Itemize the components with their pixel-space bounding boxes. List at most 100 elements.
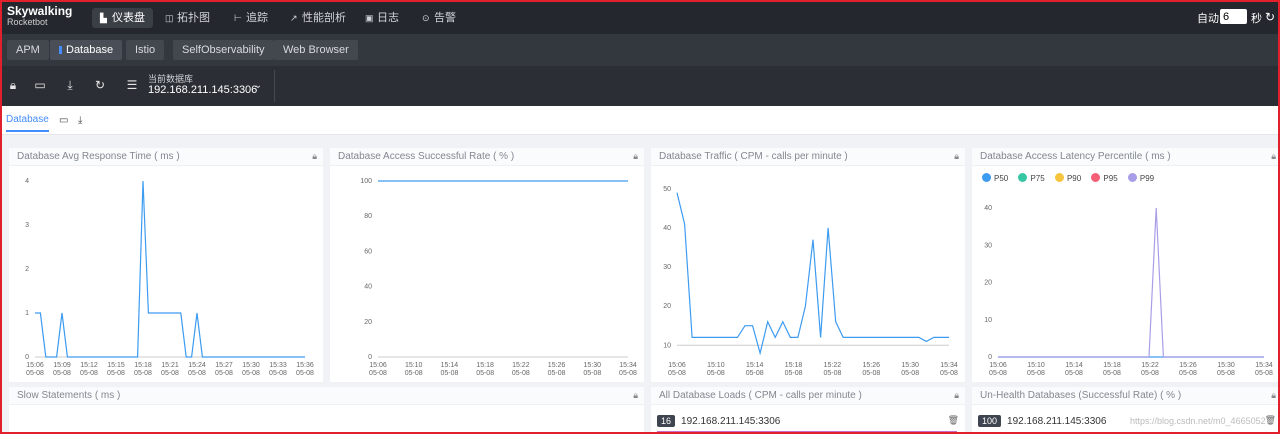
x-tick-label: 05-08	[80, 370, 98, 377]
trash-icon[interactable]: 🗑︎	[948, 415, 959, 426]
folder-icon[interactable]: ▭	[59, 115, 68, 126]
x-tick-label: 05-08	[668, 370, 686, 377]
alarm-icon: ⊙	[422, 13, 430, 23]
x-tick-label: 05-08	[746, 370, 764, 377]
series-line	[676, 192, 949, 356]
auto-refresh-input[interactable]	[1220, 9, 1247, 24]
x-tick-label: 05-08	[215, 370, 233, 377]
tab-web-browser[interactable]: Web Browser	[274, 40, 358, 60]
x-tick-label: 05-08	[707, 370, 725, 377]
value-badge: 16	[657, 415, 676, 427]
dashboard-tab-database[interactable]: Database	[6, 114, 49, 132]
tab-selfobservability[interactable]: SelfObservability	[173, 40, 274, 60]
lock-icon[interactable]: 🔒︎	[6, 78, 20, 92]
brand-subtitle: Rocketbot	[7, 17, 48, 27]
y-tick-label: 0	[988, 354, 992, 361]
panel-slow-statements: Slow Statements ( ms ) 🔒︎	[9, 387, 644, 432]
x-tick-label: 05-08	[940, 370, 958, 377]
x-tick-label: 05-08	[548, 370, 566, 377]
y-tick-label: 50	[663, 186, 671, 193]
x-tick-label: 15:06	[26, 362, 44, 369]
active-indicator	[59, 46, 62, 54]
x-tick-label: 15:18	[785, 362, 803, 369]
database-selector[interactable]: 当前数据库 192.168.211.145:3306	[148, 74, 257, 96]
y-tick-label: 20	[984, 280, 992, 287]
latency-chart: 01020304015:0605-0815:1005-0815:1405-081…	[984, 205, 1273, 377]
dashboard-tab-bar: Database ▭ ⤓	[2, 106, 1278, 135]
nav-item-trace[interactable]: ⊢ 追踪	[226, 8, 276, 28]
lock-icon[interactable]: 🔒︎	[633, 390, 638, 401]
watermark: https://blog.csdn.net/m0_4665052	[1130, 416, 1266, 426]
y-tick-label: 20	[364, 319, 372, 326]
x-tick-label: 15:26	[1179, 362, 1197, 369]
x-tick-label: 15:09	[53, 362, 71, 369]
lock-icon[interactable]: 🔒︎	[954, 390, 959, 401]
y-tick-label: 30	[663, 264, 671, 271]
download-icon[interactable]: ⤓	[63, 78, 77, 92]
folder-icon[interactable]: ▭	[33, 78, 47, 92]
x-tick-label: 05-08	[989, 370, 1007, 377]
x-tick-label: 15:30	[901, 362, 919, 369]
download-icon[interactable]: ⤓	[78, 115, 82, 126]
value-badge: 100	[978, 415, 1002, 427]
app-window: Skywalking Rocketbot ▙ 仪表盘 ◫ 拓扑图 ⊢ 追踪 ↗ 性能剖析…	[0, 0, 1280, 434]
x-tick-label: 15:18	[476, 362, 494, 369]
y-tick-label: 0	[25, 354, 29, 361]
x-tick-label: 05-08	[1255, 370, 1273, 377]
y-tick-label: 4	[25, 178, 29, 185]
x-tick-label: 15:22	[1141, 362, 1159, 369]
x-tick-label: 05-08	[369, 370, 387, 377]
reload-icon[interactable]: ↻	[93, 78, 107, 92]
tab-istio[interactable]: Istio	[126, 40, 165, 60]
successful-rate-chart: 02040608010015:0605-0815:1005-0815:1405-…	[360, 178, 637, 377]
x-tick-label: 15:30	[242, 362, 260, 369]
profile-icon: ↗	[290, 13, 298, 23]
series-line	[35, 180, 305, 358]
dashboard-tabs: APM Database Istio SelfObservability Web…	[2, 34, 1278, 66]
list-item[interactable]: 16 192.168.211.145:3306	[657, 415, 780, 427]
x-tick-label: 15:15	[107, 362, 125, 369]
panel-title: Un-Health Databases (Successful Rate) ( …	[972, 387, 1278, 405]
brand-logo[interactable]: Skywalking Rocketbot	[7, 5, 72, 28]
lock-icon[interactable]: 🔒︎	[1271, 390, 1276, 401]
list-item-label: 192.168.211.145:3306	[1007, 416, 1107, 427]
x-tick-label: 05-08	[476, 370, 494, 377]
nav-item-topology[interactable]: ◫ 拓扑图	[157, 8, 218, 28]
nav-item-log[interactable]: ▣ 日志	[357, 8, 407, 28]
x-tick-label: 15:27	[215, 362, 233, 369]
x-tick-label: 05-08	[405, 370, 423, 377]
x-tick-label: 05-08	[1141, 370, 1159, 377]
panel-latency-percentile: Database Access Latency Percentile ( ms …	[972, 148, 1278, 382]
panel-title: All Database Loads ( CPM - calls per min…	[651, 387, 965, 405]
nav-item-dashboard[interactable]: ▙ 仪表盘	[92, 8, 153, 28]
panel-title: Slow Statements ( ms )	[9, 387, 644, 405]
trash-icon[interactable]: 🗑︎	[1265, 415, 1276, 426]
x-tick-label: 05-08	[188, 370, 206, 377]
y-tick-label: 2	[25, 266, 29, 273]
list-item-label: 192.168.211.145:3306	[681, 416, 781, 427]
x-tick-label: 15:06	[668, 362, 686, 369]
tab-database[interactable]: Database	[50, 40, 123, 60]
chevron-down-icon[interactable]: ⌄	[251, 79, 265, 93]
x-tick-label: 05-08	[583, 370, 601, 377]
y-tick-label: 40	[984, 205, 992, 212]
x-tick-label: 15:26	[548, 362, 566, 369]
nav-item-alarm[interactable]: ⊙ 告警	[414, 8, 464, 28]
toolbar-divider	[274, 70, 275, 102]
x-tick-label: 15:06	[989, 362, 1007, 369]
y-tick-label: 20	[663, 303, 671, 310]
x-tick-label: 05-08	[440, 370, 458, 377]
tab-apm[interactable]: APM	[7, 40, 49, 60]
log-icon: ▣	[365, 13, 374, 23]
x-tick-label: 15:24	[188, 362, 206, 369]
x-tick-label: 05-08	[269, 370, 287, 377]
nav-item-profile[interactable]: ↗ 性能剖析	[282, 8, 354, 28]
y-tick-label: 10	[663, 342, 671, 349]
panel-unhealth-databases: Un-Health Databases (Successful Rate) ( …	[972, 387, 1278, 432]
avg-response-chart: 0123415:0605-0815:0905-0815:1205-0815:15…	[25, 178, 314, 377]
panel-successful-rate: Database Access Successful Rate ( % ) 🔒︎…	[330, 148, 644, 382]
list-item[interactable]: 100 192.168.211.145:3306	[978, 415, 1106, 427]
x-tick-label: 05-08	[53, 370, 71, 377]
trace-icon: ⊢	[234, 13, 242, 23]
refresh-icon[interactable]: ↻	[1265, 10, 1275, 24]
